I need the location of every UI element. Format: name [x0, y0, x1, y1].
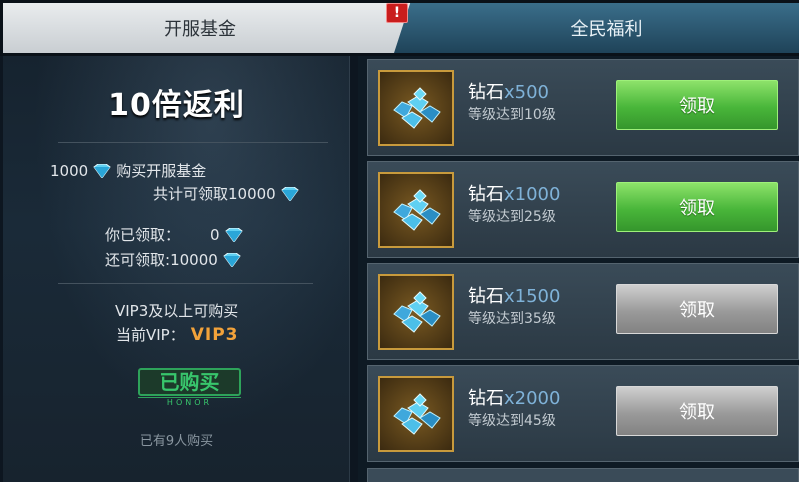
- reward-name-text: 钻石: [468, 82, 504, 103]
- diamond-pile-icon: [378, 274, 454, 350]
- current-vip-value: VIP3: [190, 324, 239, 345]
- reward-name-text: 钻石: [468, 184, 504, 205]
- reward-requirement: 等级达到35级: [468, 311, 556, 327]
- tab-server-fund[interactable]: 开服基金: [3, 3, 411, 53]
- fund-info-panel: 10倍返利 1000 购买开服基金 共计可领取10000 你已领取： 0 还可领…: [3, 56, 350, 482]
- claim-button[interactable]: 领取: [616, 80, 778, 130]
- remaining-row: 还可领取: 10000: [105, 249, 246, 270]
- diamond-icon: [91, 163, 113, 178]
- reward-name-text: 钻石: [468, 388, 504, 409]
- diamond-icon: [223, 227, 245, 242]
- divider: [58, 142, 328, 143]
- claim-button[interactable]: 领取: [616, 386, 778, 436]
- divider: [58, 283, 313, 284]
- diamond-pile-icon: [378, 376, 454, 452]
- reward-row: 钻石x1000 等级达到25级 领取: [367, 161, 799, 258]
- reward-name-text: 钻石: [468, 286, 504, 307]
- reward-requirement: 等级达到45级: [468, 413, 556, 429]
- fund-cost-text: 购买开服基金: [116, 162, 207, 180]
- reward-quantity: x1500: [504, 286, 561, 307]
- reward-name: 钻石x2000: [468, 384, 560, 410]
- fund-cost-row: 1000 购买开服基金: [50, 160, 206, 181]
- reward-name: 钻石x500: [468, 78, 549, 104]
- claim-button[interactable]: 领取: [616, 284, 778, 334]
- alert-badge-icon: !: [386, 3, 408, 23]
- claimed-row: 你已领取： 0: [105, 224, 248, 245]
- vip-requirement: VIP3及以上可购买: [115, 300, 238, 321]
- claim-button[interactable]: 领取: [616, 182, 778, 232]
- current-vip-label: 当前VIP：: [116, 326, 185, 344]
- fund-title: 10倍返利: [108, 88, 245, 123]
- claimed-value: 0: [210, 225, 220, 244]
- diamond-pile-icon: [378, 172, 454, 248]
- reward-row: 钻石x2000 等级达到45级 领取: [367, 365, 799, 462]
- purchased-stamp-sub: HONOR: [138, 397, 241, 407]
- current-vip-row: 当前VIP： VIP3: [116, 324, 239, 345]
- remaining-label: 还可领取:: [105, 251, 171, 269]
- diamond-icon: [221, 252, 243, 267]
- reward-name: 钻石x1000: [468, 180, 560, 206]
- claimed-label: 你已领取：: [105, 226, 181, 244]
- fund-total-row: 共计可领取10000: [153, 183, 304, 204]
- reward-row-partial: [367, 468, 799, 482]
- diamond-icon: [279, 186, 301, 201]
- tab-server-fund-label: 开服基金: [164, 19, 236, 40]
- reward-quantity: x2000: [504, 388, 561, 409]
- fund-total-text: 共计可领取10000: [153, 185, 276, 203]
- purchased-stamp-text: 已购买: [138, 368, 241, 396]
- fund-cost-amount: 1000: [50, 161, 89, 180]
- reward-quantity: x1000: [504, 184, 561, 205]
- tab-welfare[interactable]: 全民福利: [394, 3, 799, 53]
- reward-row: 钻石x1500 等级达到35级 领取: [367, 263, 799, 360]
- reward-row: 钻石x500 等级达到10级 领取: [367, 59, 799, 156]
- tab-bar: 开服基金 全民福利 !: [0, 0, 799, 56]
- reward-quantity: x500: [504, 82, 550, 103]
- reward-requirement: 等级达到25级: [468, 209, 556, 225]
- purchased-stamp: 已购买 HONOR: [138, 368, 241, 408]
- buyers-count: 已有9人购买: [139, 434, 214, 449]
- reward-name: 钻石x1500: [468, 282, 560, 308]
- reward-requirement: 等级达到10级: [468, 107, 556, 123]
- tab-welfare-label: 全民福利: [570, 19, 643, 40]
- vip-requirement-text: VIP3及以上可购买: [115, 302, 239, 320]
- reward-list[interactable]: 钻石x500 等级达到10级 领取 钻石x1000 等级达到25级 领取 钻石x…: [358, 56, 799, 482]
- remaining-value: 10000: [170, 250, 218, 269]
- diamond-pile-icon: [378, 70, 454, 146]
